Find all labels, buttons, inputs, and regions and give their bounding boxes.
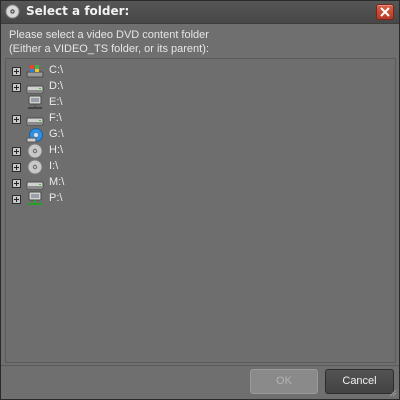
drive-label: P:\ bbox=[49, 192, 63, 204]
optical-drive-icon bbox=[26, 128, 43, 143]
expand-toggle[interactable] bbox=[12, 67, 21, 76]
resize-grip-icon[interactable] bbox=[389, 389, 397, 397]
drive-label: C:\ bbox=[49, 64, 64, 76]
footer-divider bbox=[1, 365, 399, 366]
hard-drive-icon bbox=[26, 117, 44, 126]
expand-toggle[interactable] bbox=[12, 83, 21, 92]
select-folder-dialog: Select a folder: Please select a video D… bbox=[0, 0, 400, 400]
tree-item-d[interactable]: D:\ bbox=[6, 79, 206, 95]
drive-label: H:\ bbox=[49, 144, 64, 156]
drive-label: E:\ bbox=[49, 96, 63, 108]
drive-label: M:\ bbox=[49, 176, 65, 188]
instruction-line-2: (Either a VIDEO_TS folder, or its parent… bbox=[9, 43, 209, 55]
hard-drive-icon bbox=[26, 181, 44, 190]
tree-item-h[interactable]: H:\ bbox=[6, 143, 206, 159]
disc-icon bbox=[27, 143, 43, 159]
drive-label: G:\ bbox=[49, 128, 64, 140]
drive-label: D:\ bbox=[49, 80, 64, 92]
disc-icon bbox=[27, 159, 43, 175]
folder-tree[interactable]: C:\ D:\ E:\ F:\ G:\ H:\ I:\ M:\ P:\ bbox=[5, 58, 396, 363]
tree-item-i[interactable]: I:\ bbox=[6, 159, 206, 175]
disc-icon bbox=[5, 4, 20, 19]
expand-toggle[interactable] bbox=[12, 179, 21, 188]
os-drive-icon bbox=[26, 65, 44, 78]
drive-label: I:\ bbox=[49, 160, 59, 172]
hard-drive-icon bbox=[26, 85, 44, 94]
drive-label: F:\ bbox=[49, 112, 62, 124]
cancel-button[interactable]: Cancel bbox=[325, 369, 394, 394]
network-drive-icon bbox=[28, 191, 42, 205]
expand-toggle[interactable] bbox=[12, 195, 21, 204]
ok-button[interactable]: OK bbox=[250, 369, 318, 394]
tree-item-e[interactable]: E:\ bbox=[6, 95, 206, 111]
network-drive-icon bbox=[28, 95, 42, 109]
tree-item-c[interactable]: C:\ bbox=[6, 63, 206, 79]
close-icon bbox=[380, 7, 390, 17]
dialog-title: Select a folder: bbox=[26, 4, 130, 18]
expand-toggle[interactable] bbox=[12, 147, 21, 156]
close-button[interactable] bbox=[376, 4, 394, 20]
expand-toggle[interactable] bbox=[12, 163, 21, 172]
expand-toggle[interactable] bbox=[12, 115, 21, 124]
instruction-line-1: Please select a video DVD content folder bbox=[9, 29, 209, 41]
instructions: Please select a video DVD content folder… bbox=[9, 28, 209, 56]
tree-item-g[interactable]: G:\ bbox=[6, 127, 206, 143]
tree-item-f[interactable]: F:\ bbox=[6, 111, 206, 127]
title-bar[interactable]: Select a folder: bbox=[1, 1, 399, 24]
tree-item-m[interactable]: M:\ bbox=[6, 175, 206, 191]
tree-item-p[interactable]: P:\ bbox=[6, 191, 206, 207]
